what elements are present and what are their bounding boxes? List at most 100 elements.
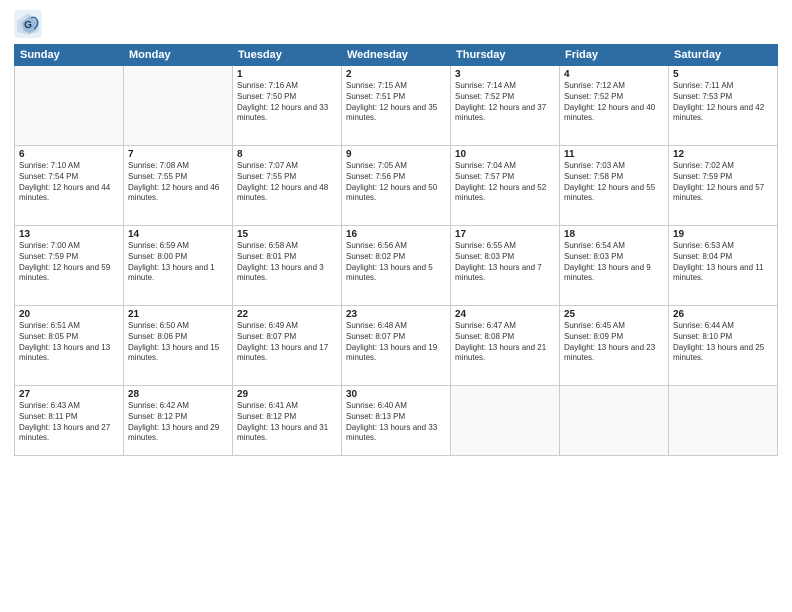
page: G SundayMondayTuesdayWednesdayThursdayFr… <box>0 0 792 612</box>
calendar-cell: 28Sunrise: 6:42 AMSunset: 8:12 PMDayligh… <box>124 386 233 456</box>
weekday-header: Saturday <box>669 45 778 66</box>
day-number: 15 <box>237 229 337 240</box>
calendar-cell: 25Sunrise: 6:45 AMSunset: 8:09 PMDayligh… <box>560 306 669 386</box>
day-info: Sunrise: 6:45 AMSunset: 8:09 PMDaylight:… <box>564 321 664 364</box>
day-info: Sunrise: 7:11 AMSunset: 7:53 PMDaylight:… <box>673 81 773 124</box>
calendar-cell: 7Sunrise: 7:08 AMSunset: 7:55 PMDaylight… <box>124 146 233 226</box>
day-info: Sunrise: 6:55 AMSunset: 8:03 PMDaylight:… <box>455 241 555 284</box>
day-info: Sunrise: 6:48 AMSunset: 8:07 PMDaylight:… <box>346 321 446 364</box>
day-number: 5 <box>673 69 773 80</box>
day-info: Sunrise: 7:12 AMSunset: 7:52 PMDaylight:… <box>564 81 664 124</box>
calendar-cell: 12Sunrise: 7:02 AMSunset: 7:59 PMDayligh… <box>669 146 778 226</box>
day-number: 1 <box>237 69 337 80</box>
day-number: 9 <box>346 149 446 160</box>
calendar-cell: 15Sunrise: 6:58 AMSunset: 8:01 PMDayligh… <box>233 226 342 306</box>
day-info: Sunrise: 7:08 AMSunset: 7:55 PMDaylight:… <box>128 161 228 204</box>
calendar-cell: 10Sunrise: 7:04 AMSunset: 7:57 PMDayligh… <box>451 146 560 226</box>
day-info: Sunrise: 7:03 AMSunset: 7:58 PMDaylight:… <box>564 161 664 204</box>
day-number: 26 <box>673 309 773 320</box>
day-info: Sunrise: 7:15 AMSunset: 7:51 PMDaylight:… <box>346 81 446 124</box>
day-number: 10 <box>455 149 555 160</box>
day-number: 8 <box>237 149 337 160</box>
logo: G <box>14 10 44 38</box>
calendar-cell: 8Sunrise: 7:07 AMSunset: 7:55 PMDaylight… <box>233 146 342 226</box>
calendar-week-row: 27Sunrise: 6:43 AMSunset: 8:11 PMDayligh… <box>15 386 778 456</box>
weekday-header: Monday <box>124 45 233 66</box>
day-number: 19 <box>673 229 773 240</box>
day-number: 7 <box>128 149 228 160</box>
calendar-week-row: 13Sunrise: 7:00 AMSunset: 7:59 PMDayligh… <box>15 226 778 306</box>
calendar-cell: 29Sunrise: 6:41 AMSunset: 8:12 PMDayligh… <box>233 386 342 456</box>
calendar-cell: 18Sunrise: 6:54 AMSunset: 8:03 PMDayligh… <box>560 226 669 306</box>
calendar-header-row: SundayMondayTuesdayWednesdayThursdayFrid… <box>15 45 778 66</box>
day-number: 17 <box>455 229 555 240</box>
day-info: Sunrise: 7:14 AMSunset: 7:52 PMDaylight:… <box>455 81 555 124</box>
svg-text:G: G <box>24 20 32 31</box>
calendar-cell: 30Sunrise: 6:40 AMSunset: 8:13 PMDayligh… <box>342 386 451 456</box>
calendar-cell: 20Sunrise: 6:51 AMSunset: 8:05 PMDayligh… <box>15 306 124 386</box>
calendar-cell: 4Sunrise: 7:12 AMSunset: 7:52 PMDaylight… <box>560 66 669 146</box>
day-number: 12 <box>673 149 773 160</box>
calendar-cell: 6Sunrise: 7:10 AMSunset: 7:54 PMDaylight… <box>15 146 124 226</box>
day-info: Sunrise: 6:53 AMSunset: 8:04 PMDaylight:… <box>673 241 773 284</box>
day-info: Sunrise: 6:44 AMSunset: 8:10 PMDaylight:… <box>673 321 773 364</box>
weekday-header: Wednesday <box>342 45 451 66</box>
day-info: Sunrise: 7:07 AMSunset: 7:55 PMDaylight:… <box>237 161 337 204</box>
day-number: 22 <box>237 309 337 320</box>
calendar-cell: 21Sunrise: 6:50 AMSunset: 8:06 PMDayligh… <box>124 306 233 386</box>
weekday-header: Sunday <box>15 45 124 66</box>
day-number: 23 <box>346 309 446 320</box>
day-number: 27 <box>19 389 119 400</box>
day-info: Sunrise: 6:49 AMSunset: 8:07 PMDaylight:… <box>237 321 337 364</box>
day-info: Sunrise: 6:40 AMSunset: 8:13 PMDaylight:… <box>346 401 446 444</box>
day-info: Sunrise: 7:10 AMSunset: 7:54 PMDaylight:… <box>19 161 119 204</box>
calendar-cell: 26Sunrise: 6:44 AMSunset: 8:10 PMDayligh… <box>669 306 778 386</box>
day-number: 4 <box>564 69 664 80</box>
calendar-week-row: 1Sunrise: 7:16 AMSunset: 7:50 PMDaylight… <box>15 66 778 146</box>
calendar-cell: 11Sunrise: 7:03 AMSunset: 7:58 PMDayligh… <box>560 146 669 226</box>
day-number: 30 <box>346 389 446 400</box>
calendar-cell: 16Sunrise: 6:56 AMSunset: 8:02 PMDayligh… <box>342 226 451 306</box>
day-info: Sunrise: 6:47 AMSunset: 8:08 PMDaylight:… <box>455 321 555 364</box>
calendar-cell: 22Sunrise: 6:49 AMSunset: 8:07 PMDayligh… <box>233 306 342 386</box>
day-number: 25 <box>564 309 664 320</box>
day-info: Sunrise: 7:00 AMSunset: 7:59 PMDaylight:… <box>19 241 119 284</box>
calendar-cell: 13Sunrise: 7:00 AMSunset: 7:59 PMDayligh… <box>15 226 124 306</box>
calendar-cell <box>124 66 233 146</box>
day-info: Sunrise: 7:16 AMSunset: 7:50 PMDaylight:… <box>237 81 337 124</box>
calendar-week-row: 6Sunrise: 7:10 AMSunset: 7:54 PMDaylight… <box>15 146 778 226</box>
day-info: Sunrise: 6:56 AMSunset: 8:02 PMDaylight:… <box>346 241 446 284</box>
weekday-header: Tuesday <box>233 45 342 66</box>
day-number: 18 <box>564 229 664 240</box>
calendar-cell <box>15 66 124 146</box>
day-number: 20 <box>19 309 119 320</box>
weekday-header: Friday <box>560 45 669 66</box>
day-number: 21 <box>128 309 228 320</box>
day-info: Sunrise: 7:05 AMSunset: 7:56 PMDaylight:… <box>346 161 446 204</box>
calendar-cell <box>560 386 669 456</box>
weekday-header: Thursday <box>451 45 560 66</box>
calendar-cell: 2Sunrise: 7:15 AMSunset: 7:51 PMDaylight… <box>342 66 451 146</box>
calendar-cell: 14Sunrise: 6:59 AMSunset: 8:00 PMDayligh… <box>124 226 233 306</box>
calendar-cell: 3Sunrise: 7:14 AMSunset: 7:52 PMDaylight… <box>451 66 560 146</box>
day-info: Sunrise: 6:58 AMSunset: 8:01 PMDaylight:… <box>237 241 337 284</box>
calendar-cell: 23Sunrise: 6:48 AMSunset: 8:07 PMDayligh… <box>342 306 451 386</box>
day-info: Sunrise: 6:42 AMSunset: 8:12 PMDaylight:… <box>128 401 228 444</box>
day-info: Sunrise: 7:04 AMSunset: 7:57 PMDaylight:… <box>455 161 555 204</box>
calendar-cell: 1Sunrise: 7:16 AMSunset: 7:50 PMDaylight… <box>233 66 342 146</box>
day-number: 6 <box>19 149 119 160</box>
day-number: 16 <box>346 229 446 240</box>
calendar-cell: 19Sunrise: 6:53 AMSunset: 8:04 PMDayligh… <box>669 226 778 306</box>
day-number: 11 <box>564 149 664 160</box>
logo-icon: G <box>14 10 42 38</box>
calendar-cell: 24Sunrise: 6:47 AMSunset: 8:08 PMDayligh… <box>451 306 560 386</box>
day-info: Sunrise: 6:59 AMSunset: 8:00 PMDaylight:… <box>128 241 228 284</box>
day-number: 3 <box>455 69 555 80</box>
day-number: 13 <box>19 229 119 240</box>
day-number: 29 <box>237 389 337 400</box>
day-info: Sunrise: 6:43 AMSunset: 8:11 PMDaylight:… <box>19 401 119 444</box>
day-info: Sunrise: 6:51 AMSunset: 8:05 PMDaylight:… <box>19 321 119 364</box>
calendar-cell: 5Sunrise: 7:11 AMSunset: 7:53 PMDaylight… <box>669 66 778 146</box>
day-number: 2 <box>346 69 446 80</box>
day-number: 24 <box>455 309 555 320</box>
